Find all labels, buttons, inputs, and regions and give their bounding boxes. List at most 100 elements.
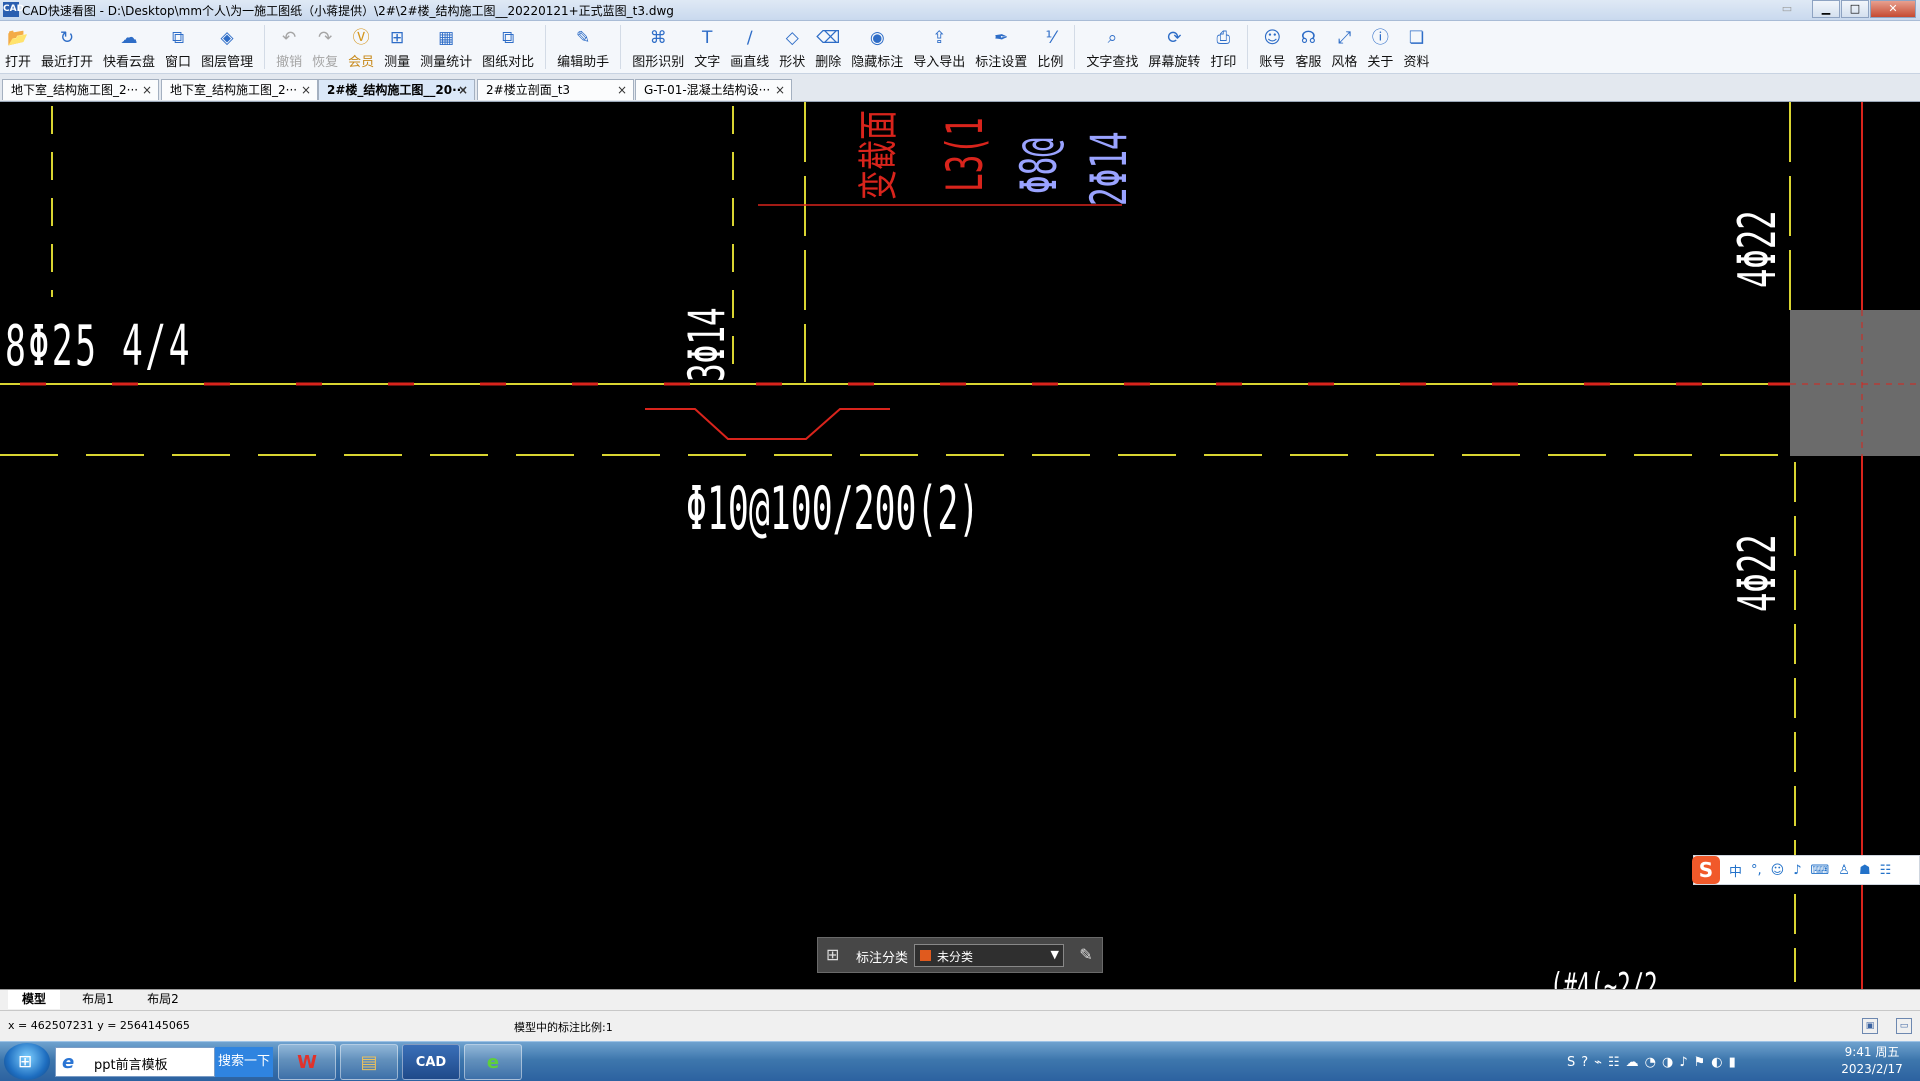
start-button[interactable]: ⊞ (4, 1043, 50, 1080)
taskbar-app-explorer[interactable]: ▤ (340, 1044, 398, 1080)
tab-close-icon[interactable]: × (617, 80, 627, 100)
document-tab-label: G-T-01-混凝土结构设··· (644, 83, 771, 97)
tray-icon[interactable]: ◔ (1645, 1055, 1656, 1070)
layout-tab[interactable]: 布局2 (135, 990, 191, 1009)
taskbar-search-text: ppt前言模板 (94, 1058, 168, 1073)
ime-item-icon[interactable]: ⌨ (1811, 863, 1830, 878)
taskbar-app-cad[interactable]: CAD (402, 1044, 460, 1080)
toolbar-import-export-button[interactable]: ⇪ 导入导出 (908, 21, 970, 73)
grid-icon[interactable]: ⊞ (826, 946, 844, 964)
tray-icon[interactable]: ▮ (1729, 1055, 1736, 1070)
account-icon: ☺ (1263, 28, 1282, 48)
tab-close-icon[interactable]: × (142, 80, 152, 100)
toolbar-line-button[interactable]: ∕ 画直线 (725, 21, 774, 73)
toolbar-compare-button[interactable]: ⧉ 图纸对比 (477, 21, 539, 73)
toolbar-info-button[interactable]: ⓘ 关于 (1362, 21, 1398, 73)
toolbar-measure-stats-button[interactable]: ▦ 测量统计 (415, 21, 477, 73)
tab-close-icon[interactable]: × (301, 80, 311, 100)
ime-item-icon[interactable]: ☺ (1771, 863, 1785, 878)
minimize-button[interactable]: ▁ (1812, 0, 1840, 18)
taskbar-search-button[interactable]: 搜索一下 (215, 1047, 273, 1077)
close-button[interactable]: ✕ (1870, 0, 1916, 18)
toolbar-cloud-button[interactable]: ☁ 快看云盘 (98, 21, 160, 73)
folder-open-icon: 📂 (7, 28, 29, 48)
edit-icon[interactable]: ✎ (1076, 945, 1096, 965)
taskbar-clock[interactable]: 9:41 周五 2023/2/17 (1840, 1044, 1904, 1078)
document-tab[interactable]: 2#楼立剖面_t3 × (477, 79, 634, 100)
toolbar-vip-button[interactable]: Ⓥ 会员 (343, 21, 379, 73)
toolbar-print-button[interactable]: ⎙ 打印 (1205, 21, 1241, 73)
ime-item-icon[interactable]: °, (1751, 863, 1762, 878)
status-view-icon[interactable]: ▣ (1862, 1018, 1878, 1034)
layout-tab[interactable]: 模型 (8, 990, 60, 1009)
document-tab[interactable]: 地下室_结构施工图_2··· × (161, 79, 318, 100)
layout-tab[interactable]: 布局1 (70, 990, 126, 1009)
document-tab[interactable]: G-T-01-混凝土结构设··· × (635, 79, 792, 100)
tab-close-icon[interactable]: × (775, 80, 785, 100)
tray-icon[interactable]: ⌁ (1594, 1055, 1602, 1070)
taskbar-app-wps[interactable]: W (278, 1044, 336, 1080)
toolbar-text-button[interactable]: T 文字 (689, 21, 725, 73)
tray-icon[interactable]: ◐ (1711, 1055, 1722, 1070)
taskbar-app-browser[interactable]: e (464, 1044, 522, 1080)
toolbar-rotate-screen-button[interactable]: ⟳ 屏幕旋转 (1143, 21, 1205, 73)
toolbar-button-label: 测量统计 (420, 55, 473, 70)
toolbar-button-label: 会员 (348, 55, 375, 70)
tray-icon[interactable]: ⚑ (1694, 1055, 1706, 1070)
toolbar-undo-button[interactable]: ↶ 撤销 (271, 21, 307, 73)
ime-item-icon[interactable]: ☗ (1859, 863, 1871, 878)
toolbar-scale-button[interactable]: ⅟ 比例 (1032, 21, 1068, 73)
tray-icon[interactable]: ? (1581, 1055, 1588, 1070)
restore-extra-icon[interactable]: ▭ (1773, 0, 1801, 18)
import-export-icon: ⇪ (932, 28, 947, 48)
toolbar-layers-button[interactable]: ◈ 图层管理 (196, 21, 258, 73)
toolbar-shape-button[interactable]: ◇ 形状 (774, 21, 810, 73)
tray-icon[interactable]: ♪ (1679, 1055, 1687, 1070)
document-tab[interactable]: 2#楼_结构施工图__20··· × (318, 79, 475, 100)
toolbar-folder-open-button[interactable]: 📂 打开 (0, 21, 36, 73)
tray-icon[interactable]: ◑ (1662, 1055, 1673, 1070)
tray-icon[interactable]: ☷ (1608, 1055, 1620, 1070)
toolbar-redo-button[interactable]: ↷ 恢复 (307, 21, 343, 73)
ime-item-icon[interactable]: ♙ (1838, 863, 1850, 878)
maximize-button[interactable]: □ (1841, 0, 1869, 18)
ime-toolbar: S 中 °, ☺ ♪ ⌨ ♙ ☗ ☷ (1692, 855, 1920, 885)
toolbar-annotation-settings-button[interactable]: ✒ 标注设置 (970, 21, 1032, 73)
document-tab[interactable]: 地下室_结构施工图_2··· × (2, 79, 159, 100)
sogou-logo-icon[interactable]: S (1692, 856, 1720, 884)
toolbar-measure-button[interactable]: ⊞ 测量 (379, 21, 415, 73)
toolbar-edit-assistant-button[interactable]: ✎ 编辑助手 (552, 21, 614, 73)
annotation-category-select[interactable]: 未分类 ▼ (914, 944, 1064, 967)
drawing-canvas[interactable]: 8Φ25 4/4 3Φ14 Φ10@100/200(2) 变截面 L3(1 Φ8… (0, 102, 1920, 990)
toolbar-shape-recognize-button[interactable]: ⌘ 图形识别 (627, 21, 689, 73)
toolbar-button-label: 图形识别 (632, 55, 685, 70)
toolbar-window-button[interactable]: ⧉ 窗口 (160, 21, 196, 73)
toolbar-button-label: 屏幕旋转 (1148, 55, 1201, 70)
toolbar-materials-button[interactable]: ❏ 资料 (1398, 21, 1434, 73)
toolbar-eraser-button[interactable]: ⌫ 删除 (810, 21, 846, 73)
shape-icon: ◇ (785, 28, 799, 48)
toolbar-text-search-button[interactable]: ⌕ 文字查找 (1081, 21, 1143, 73)
toolbar-style-button[interactable]: ⤢ 风格 (1326, 21, 1362, 73)
main-toolbar: 📂 打开 ↻ 最近打开 ☁ 快看云盘 ⧉ 窗口 ◈ 图层管理 ↶ 撤销 ↷ 恢复 Ⓥ 会员 ⊞ 测量 ▦ 测量统计 ⧉ 图… (0, 21, 1920, 74)
tab-close-icon[interactable]: × (458, 80, 468, 100)
toolbar-account-button[interactable]: ☺ 账号 (1254, 21, 1290, 73)
toolbar-headset-button[interactable]: ☊ 客服 (1290, 21, 1326, 73)
ime-item-icon[interactable]: ♪ (1793, 863, 1801, 878)
ime-item-icon[interactable]: 中 (1729, 861, 1742, 880)
text-icon: T (702, 28, 713, 48)
ime-item-icon[interactable]: ☷ (1880, 863, 1892, 878)
taskbar-search-box[interactable]: e ppt前言模板 (55, 1047, 215, 1077)
toolbar-hide-annotation-button[interactable]: ◉ 隐藏标注 (846, 21, 908, 73)
toolbar-history-button[interactable]: ↻ 最近打开 (36, 21, 98, 73)
tray-icon[interactable]: S (1567, 1055, 1575, 1070)
document-tab-label: 地下室_结构施工图_2··· (170, 83, 298, 97)
status-panel-icon[interactable]: ▭ (1896, 1018, 1912, 1034)
toolbar-button-label: 图纸对比 (482, 55, 535, 70)
ie-icon: e (62, 1052, 75, 1073)
toolbar-button-label: 恢复 (312, 55, 339, 70)
partial-bottom-label: (#4(~2/2 (1550, 966, 1658, 990)
tray-icon[interactable]: ☁ (1626, 1055, 1639, 1070)
blue-rebar-label: 2Φ14 (1080, 131, 1138, 206)
toolbar-separator (620, 25, 622, 69)
